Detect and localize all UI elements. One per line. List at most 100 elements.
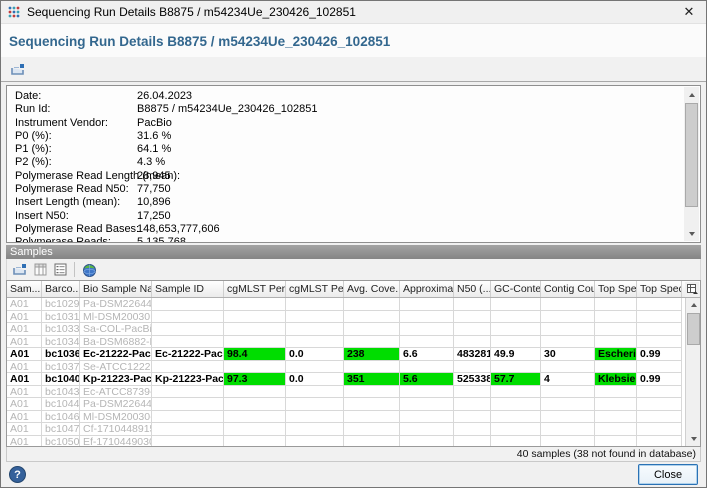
table-cell[interactable]: 5253382	[454, 373, 491, 386]
table-cell[interactable]	[400, 323, 454, 336]
table-cell[interactable]	[541, 386, 595, 399]
table-cell[interactable]: A01	[7, 411, 42, 424]
table-cell[interactable]: A01	[7, 386, 42, 399]
database-upload-button[interactable]	[79, 261, 99, 279]
table-cell[interactable]: bc1044...	[42, 398, 80, 411]
table-cell[interactable]	[224, 411, 286, 424]
table-cell[interactable]: 0.99	[637, 348, 682, 361]
table-cell[interactable]	[491, 298, 541, 311]
column-header[interactable]: Sample ID	[152, 281, 224, 297]
column-header[interactable]: Bio Sample Name	[80, 281, 152, 297]
table-cell[interactable]	[224, 361, 286, 374]
table-cell[interactable]: Kp-21223-PacBio	[80, 373, 152, 386]
table-cell[interactable]	[541, 411, 595, 424]
table-cell[interactable]	[454, 361, 491, 374]
scrollbar-thumb[interactable]	[687, 313, 700, 345]
table-row[interactable]: A01bc1044...Pa-DSM22644-PacBio	[7, 398, 685, 411]
scroll-down-icon[interactable]	[684, 226, 699, 241]
export-details-button[interactable]	[7, 60, 29, 79]
table-cell[interactable]	[491, 436, 541, 447]
table-cell[interactable]	[152, 386, 224, 399]
table-cell[interactable]: Ef-1710449030-Pa...	[80, 436, 152, 447]
table-cell[interactable]	[344, 298, 400, 311]
table-cell[interactable]: bc1043...	[42, 386, 80, 399]
table-cell[interactable]	[637, 361, 682, 374]
table-cell[interactable]: bc1040...	[42, 373, 80, 386]
table-row[interactable]: A01bc1036...Ec-21222-PacBioEc-21222-PacB…	[7, 348, 685, 361]
table-cell[interactable]	[224, 311, 286, 324]
table-cell[interactable]	[152, 361, 224, 374]
table-cell[interactable]	[400, 298, 454, 311]
scroll-down-icon[interactable]	[686, 432, 701, 446]
table-cell[interactable]	[491, 386, 541, 399]
table-cell[interactable]: A01	[7, 436, 42, 447]
table-cell[interactable]: 4	[541, 373, 595, 386]
column-header[interactable]: Barco...	[42, 281, 80, 297]
table-cell[interactable]	[491, 411, 541, 424]
table-cell[interactable]: Ml-DSM20030Mona...	[80, 311, 152, 324]
table-cell[interactable]: A01	[7, 373, 42, 386]
table-cell[interactable]: bc1029...	[42, 298, 80, 311]
table-cell[interactable]: Ec-21222-PacBio	[80, 348, 152, 361]
scroll-up-icon[interactable]	[684, 87, 699, 102]
table-row[interactable]: A01bc1047...Cf-17104489153-...	[7, 423, 685, 436]
table-cell[interactable]: Pa-DSM22644Mon...	[80, 298, 152, 311]
table-cell[interactable]: Kp-21223-PacBio	[152, 373, 224, 386]
table-cell[interactable]: bc1031...	[42, 311, 80, 324]
table-cell[interactable]	[454, 298, 491, 311]
table-cell[interactable]	[400, 423, 454, 436]
table-cell[interactable]: bc1050...	[42, 436, 80, 447]
table-cell[interactable]	[454, 436, 491, 447]
table-cell[interactable]	[541, 336, 595, 349]
table-cell[interactable]	[454, 311, 491, 324]
table-cell[interactable]	[152, 336, 224, 349]
table-cell[interactable]	[286, 298, 344, 311]
table-cell[interactable]	[400, 361, 454, 374]
table-cell[interactable]	[637, 311, 682, 324]
table-cell[interactable]: 0.0	[286, 348, 344, 361]
table-cell[interactable]	[637, 386, 682, 399]
table-row[interactable]: A01bc1029...Pa-DSM22644Mon...	[7, 298, 685, 311]
table-row[interactable]: A01bc1037...Se-ATCC12228-Pa...	[7, 361, 685, 374]
table-cell[interactable]	[344, 398, 400, 411]
column-header[interactable]: Approximat...	[400, 281, 454, 297]
table-cell[interactable]	[454, 336, 491, 349]
table-cell[interactable]	[286, 398, 344, 411]
table-cell[interactable]: Escherichi...	[595, 348, 637, 361]
table-cell[interactable]	[595, 398, 637, 411]
table-cell[interactable]	[344, 411, 400, 424]
column-header[interactable]: Contig Cou...	[541, 281, 595, 297]
table-cell[interactable]	[595, 436, 637, 447]
column-header[interactable]: N50 (...	[454, 281, 491, 297]
column-chooser-button[interactable]	[685, 282, 699, 297]
table-cell[interactable]: bc1037...	[42, 361, 80, 374]
table-cell[interactable]	[491, 361, 541, 374]
table-cell[interactable]	[152, 398, 224, 411]
table-cell[interactable]: A01	[7, 298, 42, 311]
table-cell[interactable]	[400, 436, 454, 447]
table-cell[interactable]: Klebsiella q...	[595, 373, 637, 386]
column-header[interactable]: Avg. Cove...	[344, 281, 400, 297]
table-cell[interactable]	[400, 398, 454, 411]
table-cell[interactable]: A01	[7, 423, 42, 436]
table-cell[interactable]	[454, 323, 491, 336]
table-cell[interactable]	[595, 298, 637, 311]
export-table-button[interactable]	[10, 261, 30, 279]
table-cell[interactable]	[152, 323, 224, 336]
table-row[interactable]: A01bc1040...Kp-21223-PacBioKp-21223-PacB…	[7, 373, 685, 386]
table-cell[interactable]: Ec-ATCC8739-PacBio	[80, 386, 152, 399]
table-cell[interactable]	[595, 386, 637, 399]
table-row[interactable]: A01bc1050...Ef-1710449030-Pa...	[7, 436, 685, 447]
table-cell[interactable]	[152, 411, 224, 424]
table-cell[interactable]: 5.6	[400, 373, 454, 386]
table-cell[interactable]	[491, 311, 541, 324]
table-cell[interactable]	[224, 398, 286, 411]
column-header[interactable]: cgMLST Perc ...	[286, 281, 344, 297]
table-cell[interactable]	[637, 298, 682, 311]
table-cell[interactable]	[152, 298, 224, 311]
table-cell[interactable]	[224, 386, 286, 399]
table-cell[interactable]: Ec-21222-PacBio	[152, 348, 224, 361]
table-cell[interactable]	[637, 423, 682, 436]
table-cell[interactable]	[541, 311, 595, 324]
table-cell[interactable]	[595, 361, 637, 374]
